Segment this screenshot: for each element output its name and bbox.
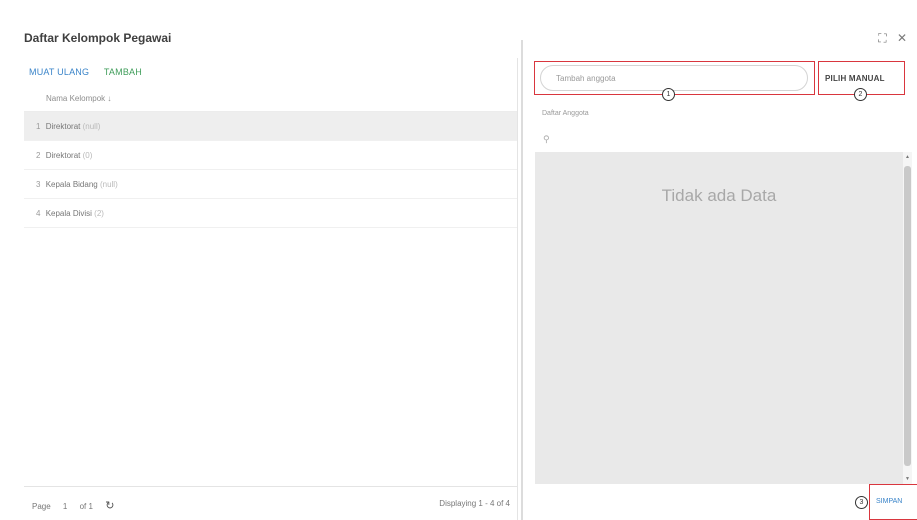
- row-index: 1: [36, 122, 41, 131]
- pagination-bar: Page 1 of 1 ↻ Displaying 1 - 4 of 4: [24, 486, 518, 520]
- dialog-title: Daftar Kelompok Pegawai: [24, 31, 172, 45]
- page-label: Page: [32, 502, 51, 511]
- title-icons: ⛶ ✕: [871, 31, 907, 46]
- row-name: Direktorat: [45, 151, 81, 160]
- member-grid: Tidak ada Data: [535, 152, 903, 484]
- row-name: Kepala Bidang: [45, 180, 98, 189]
- row-count: (null): [99, 180, 118, 189]
- table-row[interactable]: 2 Direktorat (0): [24, 141, 517, 170]
- scrollbar[interactable]: ▲ ▼: [903, 152, 912, 484]
- add-button[interactable]: TAMBAH: [104, 67, 142, 77]
- row-count: (2): [94, 209, 104, 218]
- annotation-number: 1: [662, 88, 675, 101]
- pager: Page 1 of 1 ↻: [32, 499, 124, 512]
- page-number-input[interactable]: 1: [63, 502, 67, 511]
- search-icon[interactable]: ⚲: [543, 134, 550, 145]
- left-toolbar: MUAT ULANG TAMBAH: [24, 58, 517, 86]
- title-bar: Daftar Kelompok Pegawai ⛶ ✕: [0, 0, 917, 58]
- scroll-down-icon[interactable]: ▼: [903, 476, 912, 482]
- scroll-thumb[interactable]: [904, 166, 911, 466]
- pilih-manual-button[interactable]: PILIH MANUAL: [825, 74, 885, 83]
- row-name: Direktorat: [45, 122, 81, 131]
- annotation-number: 2: [854, 88, 867, 101]
- row-count: (0): [82, 151, 93, 160]
- refresh-icon[interactable]: ↻: [105, 500, 114, 512]
- group-list-pane: MUAT ULANG TAMBAH Nama Kelompok ↓ 1 Dire…: [24, 58, 518, 520]
- add-member-input[interactable]: Tambah anggota: [540, 65, 808, 91]
- row-index: 4: [36, 209, 41, 218]
- dialog-window: Daftar Kelompok Pegawai ⛶ ✕ MUAT ULANG T…: [0, 0, 917, 520]
- save-button[interactable]: SIMPAN: [876, 498, 902, 505]
- table-row[interactable]: 4 Kepala Divisi (2): [24, 199, 517, 228]
- annotation-number: 3: [855, 496, 868, 509]
- scroll-up-icon[interactable]: ▲: [903, 154, 912, 160]
- empty-state-text: Tidak ada Data: [661, 186, 777, 205]
- displaying-count: Displaying 1 - 4 of 4: [439, 499, 510, 508]
- row-index: 3: [36, 180, 41, 189]
- table-row[interactable]: 3 Kepala Bidang (null): [24, 170, 517, 199]
- member-list-label: Daftar Anggota: [542, 110, 589, 117]
- maximize-icon[interactable]: ⛶: [878, 31, 886, 45]
- row-name: Kepala Divisi: [45, 209, 92, 218]
- pane-splitter[interactable]: [521, 40, 523, 520]
- row-index: 2: [36, 151, 41, 160]
- member-pane: Tambah anggota 1 PILIH MANUAL 2 Daftar A…: [525, 58, 917, 520]
- table-row[interactable]: 1 Direktorat (null): [24, 112, 517, 141]
- reload-button[interactable]: MUAT ULANG: [29, 67, 89, 77]
- row-count: (null): [82, 122, 101, 131]
- page-of-label: of 1: [79, 502, 93, 511]
- column-header-nama-kelompok[interactable]: Nama Kelompok ↓: [24, 86, 517, 112]
- close-icon[interactable]: ✕: [897, 31, 907, 45]
